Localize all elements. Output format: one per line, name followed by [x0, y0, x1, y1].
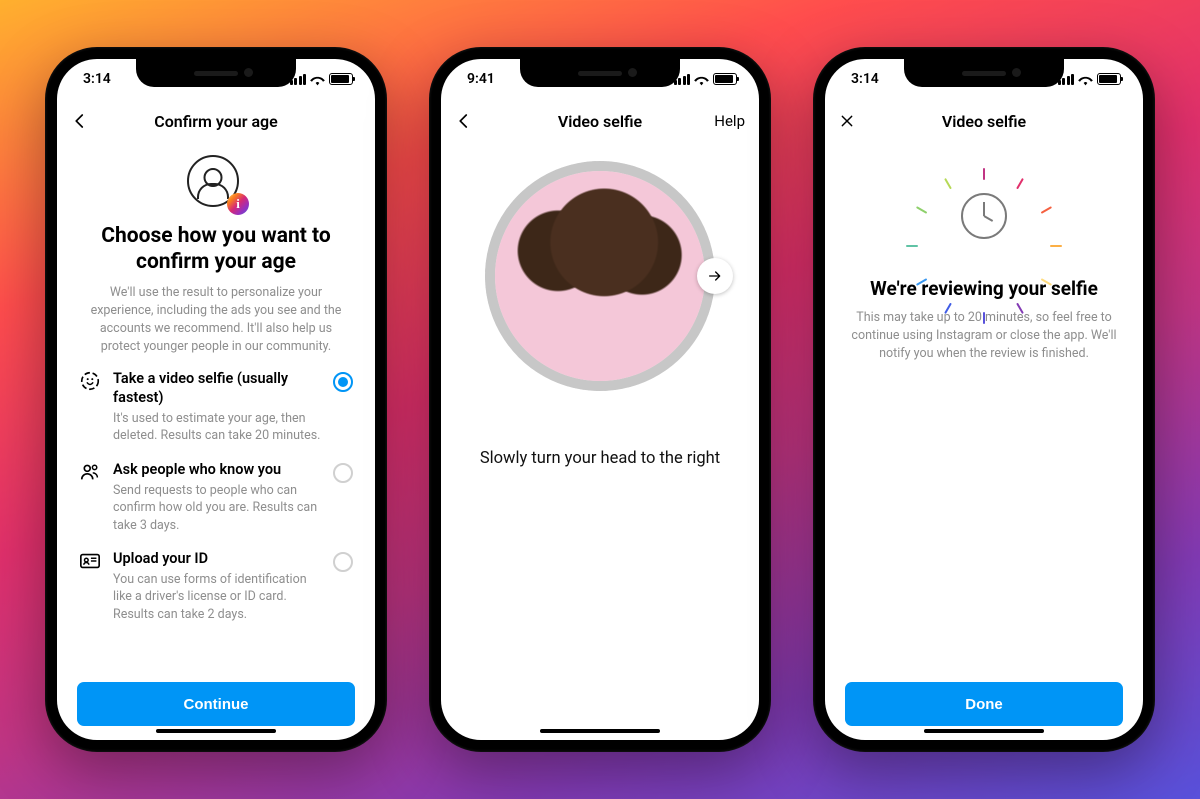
battery-icon: [329, 73, 353, 85]
back-button[interactable]: [455, 112, 503, 130]
close-button[interactable]: [839, 113, 887, 129]
home-indicator: [924, 729, 1044, 733]
option-video-selfie[interactable]: Take a video selfie (usually fastest) It…: [79, 370, 353, 445]
face-scan-icon: [79, 370, 101, 392]
phone-mockup-1: 3:14 Confirm your age i: [45, 47, 387, 752]
option-title: Ask people who know you: [113, 461, 327, 480]
radio-selected[interactable]: [333, 372, 353, 392]
chevron-left-icon: [71, 112, 89, 130]
chevron-left-icon: [455, 112, 473, 130]
option-desc: It's used to estimate your age, then del…: [113, 410, 327, 445]
wifi-icon: [310, 74, 325, 85]
nav-bar: Confirm your age: [57, 99, 375, 143]
option-desc: You can use forms of identification like…: [113, 571, 327, 624]
status-time: 9:41: [467, 71, 495, 87]
phone-mockup-3: 3:14 Video selfie: [813, 47, 1155, 752]
nav-bar: Video selfie Help: [441, 99, 759, 143]
wifi-icon: [1078, 74, 1093, 85]
option-title: Upload your ID: [113, 550, 327, 569]
battery-icon: [713, 73, 737, 85]
battery-icon: [1097, 73, 1121, 85]
radio-unselected[interactable]: [333, 463, 353, 483]
hero-illustration: i: [79, 149, 353, 223]
selfie-capture-ring: [485, 161, 715, 391]
home-indicator: [156, 729, 276, 733]
phone-mockup-2: 9:41 Video selfie Help: [429, 47, 771, 752]
device-notch: [904, 59, 1064, 87]
page-subtitle: We'll use the result to personalize your…: [79, 276, 353, 371]
nav-bar: Video selfie: [825, 99, 1143, 143]
back-button[interactable]: [71, 112, 119, 130]
radio-unselected[interactable]: [333, 552, 353, 572]
wifi-icon: [694, 74, 709, 85]
id-card-icon: [79, 550, 101, 572]
device-notch: [136, 59, 296, 87]
person-info-icon: i: [187, 155, 245, 213]
option-title: Take a video selfie (usually fastest): [113, 370, 327, 408]
home-indicator: [540, 729, 660, 733]
people-icon: [79, 461, 101, 483]
clock-loading-icon: [937, 169, 1031, 263]
selfie-preview: [495, 171, 705, 381]
help-link[interactable]: Help: [697, 112, 745, 130]
page-title: We're reviewing your selfie: [847, 277, 1121, 301]
arrow-right-icon: [707, 268, 723, 284]
close-icon: [839, 113, 855, 129]
direction-arrow: [697, 258, 733, 294]
status-time: 3:14: [83, 71, 111, 87]
page-title: Choose how you want to confirm your age: [79, 223, 353, 276]
promo-stage: 3:14 Confirm your age i: [0, 0, 1200, 799]
status-time: 3:14: [851, 71, 879, 87]
device-notch: [520, 59, 680, 87]
option-ask-people[interactable]: Ask people who know you Send requests to…: [79, 461, 353, 534]
option-desc: Send requests to people who can confirm …: [113, 482, 327, 535]
option-upload-id[interactable]: Upload your ID You can use forms of iden…: [79, 550, 353, 623]
continue-button[interactable]: Continue: [77, 682, 355, 726]
done-button[interactable]: Done: [845, 682, 1123, 726]
hero-illustration: [847, 149, 1121, 277]
capture-instruction: Slowly turn your head to the right: [463, 449, 737, 468]
